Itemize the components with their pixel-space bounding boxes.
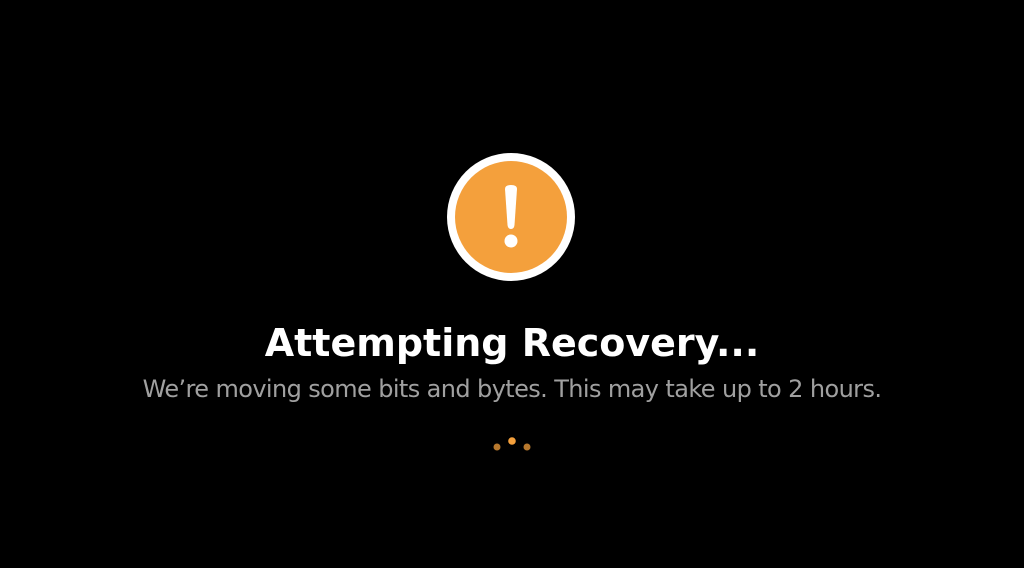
- exclamation-alert-icon: [447, 153, 575, 281]
- exclamation-dot: [504, 234, 518, 248]
- status-message: We’re moving some bits and bytes. This m…: [142, 375, 882, 403]
- loading-dot-center: [508, 437, 516, 445]
- loading-dot-left: [493, 443, 501, 451]
- page-title: Attempting Recovery...: [264, 321, 760, 365]
- loading-dots-icon: [493, 437, 531, 451]
- recovery-screen: Attempting Recovery... We’re moving some…: [0, 0, 1024, 568]
- loading-dot-right: [523, 443, 531, 451]
